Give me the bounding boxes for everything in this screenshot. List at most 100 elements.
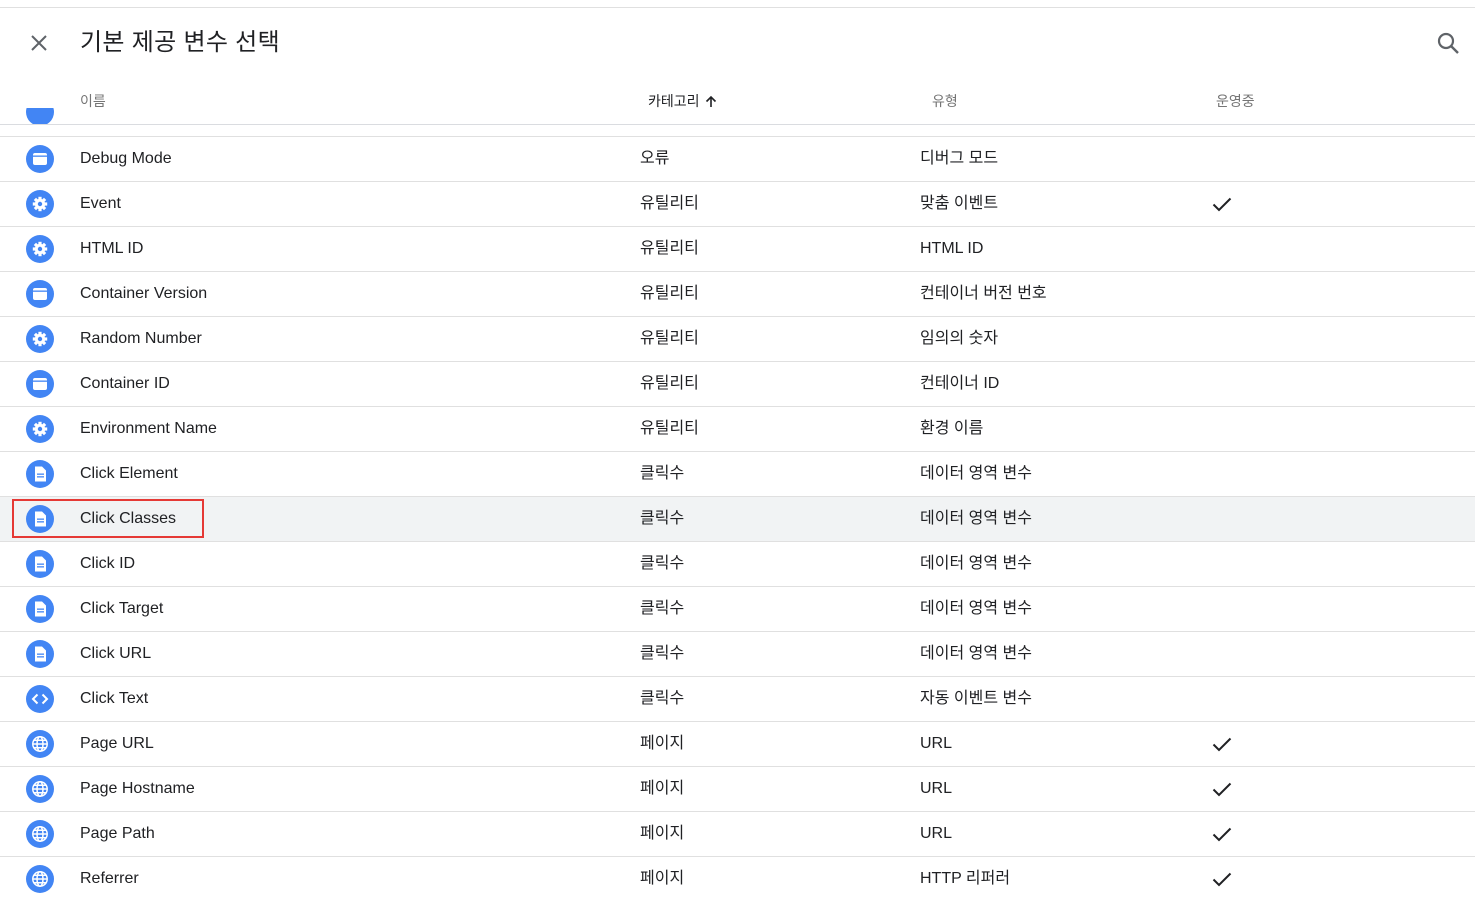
variable-name: Click ID xyxy=(80,555,136,572)
checkmark-icon xyxy=(1210,822,1234,846)
table-row[interactable]: Debug Mode 오류 디버그 모드 xyxy=(0,136,1475,181)
globe-icon xyxy=(26,775,54,803)
document-icon xyxy=(26,640,54,668)
partial-row-icon-clip xyxy=(0,108,60,125)
variable-name: Click Classes xyxy=(80,510,177,527)
table-header: 이름 카테고리 유형 운영중 xyxy=(0,80,1475,124)
gear-icon xyxy=(26,190,54,218)
document-icon xyxy=(26,550,54,578)
container-icon xyxy=(26,108,54,125)
table-row[interactable]: Event 유틸리티 맞춤 이벤트 xyxy=(0,181,1475,226)
variable-type: 컨테이너 ID xyxy=(920,375,1000,392)
document-icon xyxy=(26,505,54,533)
variable-name: Click Target xyxy=(80,600,164,617)
variable-name: Container ID xyxy=(80,375,170,392)
variable-name: Page URL xyxy=(80,735,154,752)
variable-name: Event xyxy=(80,195,121,212)
variable-name: Page Path xyxy=(80,825,155,842)
variable-category: 클릭수 xyxy=(640,600,685,617)
variable-category: 페이지 xyxy=(640,870,685,887)
gear-icon xyxy=(26,235,54,263)
variable-type: 데이터 영역 변수 xyxy=(920,600,1032,617)
variable-category: 클릭수 xyxy=(640,645,685,662)
column-header-name[interactable]: 이름 xyxy=(80,92,106,110)
checkmark-icon xyxy=(1210,192,1234,216)
variable-category: 유틸리티 xyxy=(640,240,699,257)
gear-icon xyxy=(26,325,54,353)
search-button[interactable] xyxy=(1435,30,1463,58)
table-row[interactable]: Page Hostname 페이지 URL xyxy=(0,766,1475,811)
variable-category: 페이지 xyxy=(640,735,685,752)
table-row[interactable]: Click URL 클릭수 데이터 영역 변수 xyxy=(0,631,1475,676)
table-row[interactable]: Random Number 유틸리티 임의의 숫자 xyxy=(0,316,1475,361)
variable-name: Click Element xyxy=(80,465,178,482)
variable-category: 클릭수 xyxy=(640,690,685,707)
table-row[interactable]: Referrer 페이지 HTTP 리퍼러 xyxy=(0,856,1475,901)
sort-ascending-icon xyxy=(705,96,716,108)
gear-icon xyxy=(26,415,54,443)
document-icon xyxy=(26,460,54,488)
search-icon xyxy=(1437,32,1459,54)
variable-category: 클릭수 xyxy=(640,465,685,482)
variable-type: 자동 이벤트 변수 xyxy=(920,690,1032,707)
variable-type: HTML ID xyxy=(920,240,984,257)
variable-category: 유틸리티 xyxy=(640,375,699,392)
variable-type: URL xyxy=(920,825,953,842)
table-row[interactable]: Environment Name 유틸리티 환경 이름 xyxy=(0,406,1475,451)
container-icon xyxy=(26,145,54,173)
variable-category: 오류 xyxy=(640,150,670,167)
variable-type: 컨테이너 버전 번호 xyxy=(920,285,1047,302)
variable-name: Page Hostname xyxy=(80,780,195,797)
variable-category: 페이지 xyxy=(640,825,685,842)
variable-name: HTML ID xyxy=(80,240,144,257)
globe-icon xyxy=(26,730,54,758)
variable-type: 데이터 영역 변수 xyxy=(920,465,1032,482)
variable-category: 클릭수 xyxy=(640,510,685,527)
variable-name: Environment Name xyxy=(80,420,217,437)
variable-name: Debug Mode xyxy=(80,150,172,167)
globe-icon xyxy=(26,865,54,893)
variable-name: Referrer xyxy=(80,870,139,887)
header-divider xyxy=(0,124,1475,125)
variable-table: Debug Mode 오류 디버그 모드 Event 유틸리티 맞춤 이벤트 HTML ID… xyxy=(0,136,1475,901)
table-row[interactable]: Click Text 클릭수 자동 이벤트 변수 xyxy=(0,676,1475,721)
variable-type: 환경 이름 xyxy=(920,420,984,437)
column-header-live[interactable]: 운영중 xyxy=(1216,92,1255,110)
variable-type: HTTP 리퍼러 xyxy=(920,870,1011,887)
table-row[interactable]: Page URL 페이지 URL xyxy=(0,721,1475,766)
table-row[interactable]: Click Target 클릭수 데이터 영역 변수 xyxy=(0,586,1475,631)
table-row[interactable]: Click Element 클릭수 데이터 영역 변수 xyxy=(0,451,1475,496)
container-icon xyxy=(26,370,54,398)
variable-category: 페이지 xyxy=(640,780,685,797)
table-row[interactable]: HTML ID 유틸리티 HTML ID xyxy=(0,226,1475,271)
checkmark-icon xyxy=(1210,732,1234,756)
table-row[interactable]: Click Classes 클릭수 데이터 영역 변수 xyxy=(0,496,1475,541)
container-icon xyxy=(26,280,54,308)
dialog-header: 기본 제공 변수 선택 xyxy=(0,8,1475,80)
column-header-type[interactable]: 유형 xyxy=(932,92,958,110)
variable-type: 데이터 영역 변수 xyxy=(920,645,1032,662)
variable-name: Click Text xyxy=(80,690,149,707)
variable-category: 유틸리티 xyxy=(640,420,699,437)
column-header-category[interactable]: 카테고리 xyxy=(648,92,718,110)
close-button[interactable] xyxy=(24,28,54,58)
variable-type: 데이터 영역 변수 xyxy=(920,555,1032,572)
checkmark-icon xyxy=(1210,777,1234,801)
table-row[interactable]: Container Version 유틸리티 컨테이너 버전 번호 xyxy=(0,271,1475,316)
variable-name: Container Version xyxy=(80,285,208,302)
variable-category: 유틸리티 xyxy=(640,285,699,302)
table-row[interactable]: Page Path 페이지 URL xyxy=(0,811,1475,856)
checkmark-icon xyxy=(1210,867,1234,891)
code-icon xyxy=(26,685,54,713)
table-row[interactable]: Click ID 클릭수 데이터 영역 변수 xyxy=(0,541,1475,586)
globe-icon xyxy=(26,820,54,848)
document-icon xyxy=(26,595,54,623)
variable-type: 맞춤 이벤트 xyxy=(920,195,999,212)
variable-name: Random Number xyxy=(80,330,202,347)
variable-name: Click URL xyxy=(80,645,152,662)
variable-category: 유틸리티 xyxy=(640,330,699,347)
variable-type: 임의의 숫자 xyxy=(920,330,999,347)
variable-type: 데이터 영역 변수 xyxy=(920,510,1032,527)
column-header-category-label: 카테고리 xyxy=(648,93,700,109)
table-row[interactable]: Container ID 유틸리티 컨테이너 ID xyxy=(0,361,1475,406)
